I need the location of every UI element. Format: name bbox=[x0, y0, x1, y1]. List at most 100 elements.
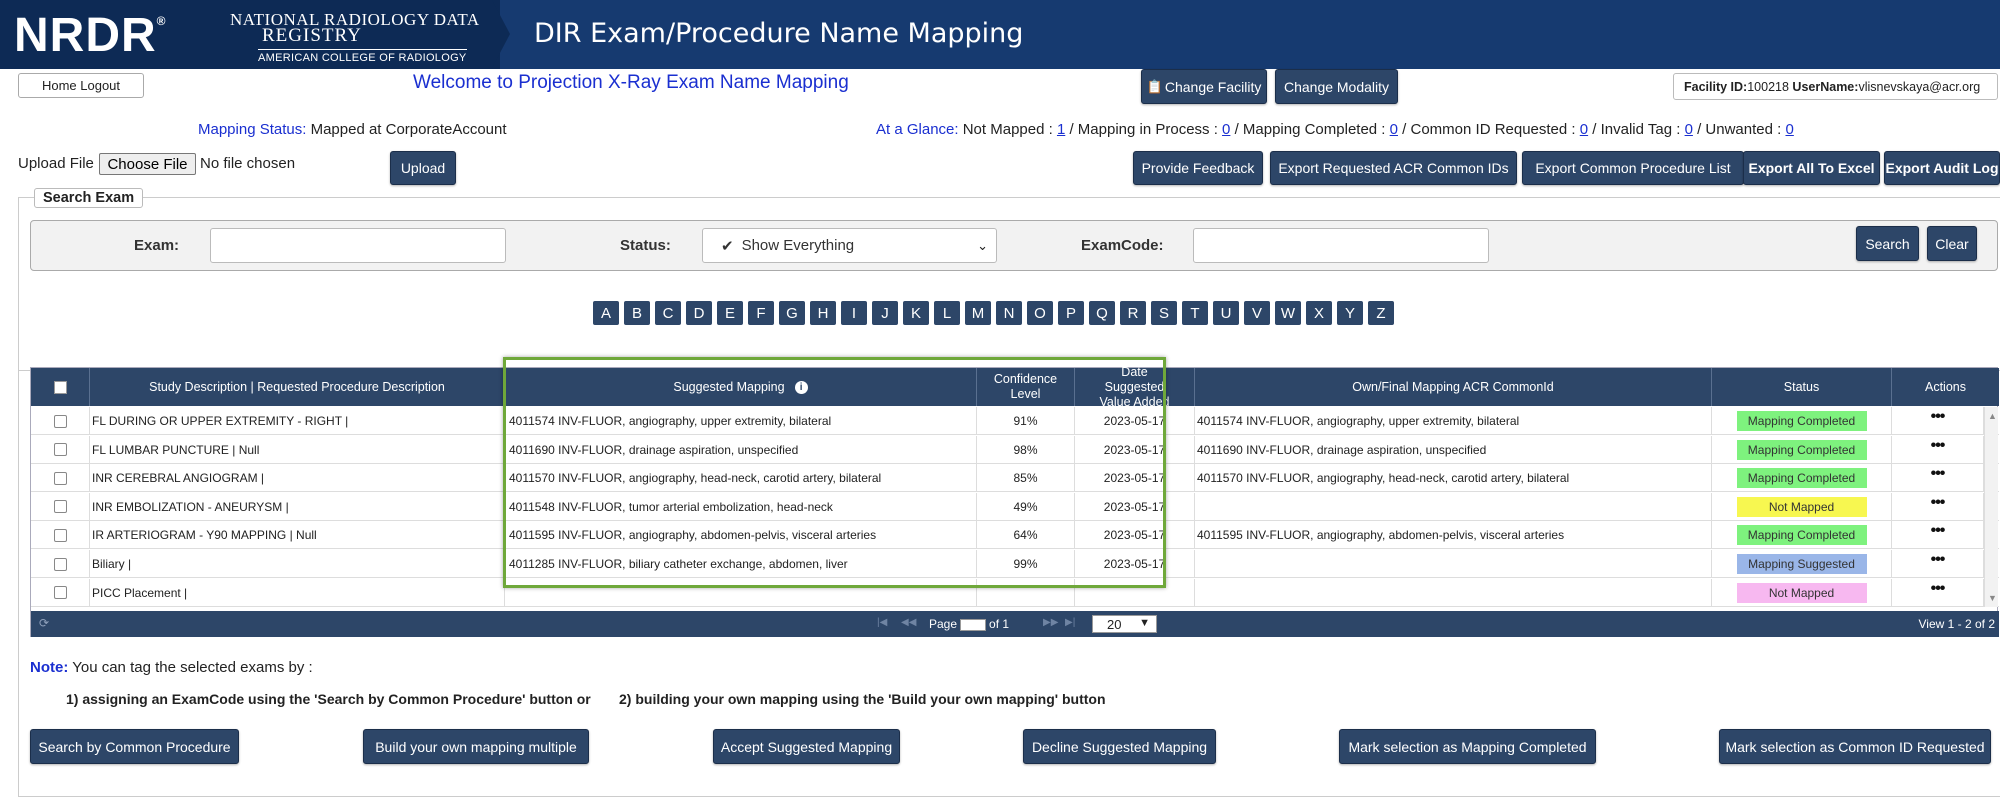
last-page-icon[interactable]: ▶| bbox=[1065, 617, 1075, 628]
decline-suggested-button[interactable]: Decline Suggested Mapping bbox=[1023, 729, 1216, 764]
alpha-filter-u[interactable]: U bbox=[1213, 301, 1239, 325]
row-checkbox[interactable] bbox=[53, 586, 67, 600]
more-actions-icon[interactable]: ••• bbox=[1931, 580, 1946, 598]
status-select[interactable]: ✔ Show Everything ⌄ bbox=[702, 228, 997, 263]
page-number-input[interactable] bbox=[960, 618, 987, 631]
nrdr-logo[interactable]: NRDR® bbox=[14, 8, 167, 63]
home-logout-links[interactable]: Home Logout bbox=[18, 73, 144, 98]
more-actions-icon[interactable]: ••• bbox=[1931, 408, 1946, 426]
more-actions-icon[interactable]: ••• bbox=[1931, 437, 1946, 455]
more-actions-icon[interactable]: ••• bbox=[1931, 551, 1946, 569]
mark-common-id-button[interactable]: Mark selection as Common ID Requested bbox=[1719, 729, 1991, 764]
row-checkbox[interactable] bbox=[53, 528, 67, 542]
more-actions-icon[interactable]: ••• bbox=[1931, 465, 1946, 483]
not-mapped-count-link[interactable]: 1 bbox=[1057, 121, 1065, 138]
accept-suggested-button[interactable]: Accept Suggested Mapping bbox=[713, 729, 900, 764]
row-checkbox[interactable] bbox=[53, 471, 67, 485]
alpha-filter-t[interactable]: T bbox=[1182, 301, 1208, 325]
table-row[interactable]: PICC Placement | Not Mapped ••• bbox=[31, 578, 1999, 607]
row-checkbox[interactable] bbox=[53, 414, 67, 428]
row-checkbox[interactable] bbox=[53, 557, 67, 571]
cell-confidence: 64% bbox=[977, 521, 1075, 550]
invalid-tag-count-link[interactable]: 0 bbox=[1685, 121, 1693, 138]
alpha-filter-o[interactable]: O bbox=[1027, 301, 1053, 325]
home-logout-label[interactable]: Home Logout bbox=[42, 78, 120, 93]
table-row[interactable]: FL DURING OR UPPER EXTREMITY - RIGHT | 40… bbox=[31, 407, 1999, 435]
alpha-filter-x[interactable]: X bbox=[1306, 301, 1332, 325]
common-id-count-link[interactable]: 0 bbox=[1580, 121, 1588, 138]
search-common-procedure-button[interactable]: Search by Common Procedure bbox=[30, 729, 239, 764]
header-own-final-mapping[interactable]: Own/Final Mapping ACR CommonId bbox=[1195, 368, 1712, 406]
row-checkbox[interactable] bbox=[53, 443, 67, 457]
alpha-filter-s[interactable]: S bbox=[1151, 301, 1177, 325]
alpha-filter-c[interactable]: C bbox=[655, 301, 681, 325]
upload-button[interactable]: Upload bbox=[390, 151, 456, 185]
alpha-filter-a[interactable]: A bbox=[593, 301, 619, 325]
status-cell: Mapping Completed bbox=[1712, 407, 1892, 435]
cell-confidence: 85% bbox=[977, 464, 1075, 493]
table-row[interactable]: FL LUMBAR PUNCTURE | Null 4011690 INV-FLU… bbox=[31, 435, 1999, 464]
alpha-filter-e[interactable]: E bbox=[717, 301, 743, 325]
scroll-up-icon[interactable]: ▲ bbox=[1988, 411, 1997, 421]
provide-feedback-button[interactable]: Provide Feedback bbox=[1133, 151, 1263, 185]
table-row[interactable]: IR ARTERIOGRAM - Y90 MAPPING | Null 40115… bbox=[31, 521, 1999, 550]
export-audit-log-button[interactable]: Export Audit Log bbox=[1884, 151, 2000, 185]
alpha-filter-b[interactable]: B bbox=[624, 301, 650, 325]
table-row[interactable]: INR CEREBRAL ANGIOGRAM | 4011570 INV-FLUO… bbox=[31, 464, 1999, 493]
alpha-filter-g[interactable]: G bbox=[779, 301, 805, 325]
table-row[interactable]: Biliary | 4011285 INV-FLUOR, biliary cath… bbox=[31, 550, 1999, 578]
refresh-icon[interactable]: ⟳ bbox=[39, 616, 49, 630]
select-all-checkbox[interactable] bbox=[53, 380, 67, 394]
header-date-suggested[interactable]: Date Suggested Value Added bbox=[1075, 365, 1195, 409]
header-confidence-level[interactable]: Confidence Level bbox=[977, 368, 1075, 406]
prev-page-icon[interactable]: ◀◀ bbox=[901, 617, 916, 628]
mark-completed-button[interactable]: Mark selection as Mapping Completed bbox=[1339, 729, 1596, 764]
alpha-filter-y[interactable]: Y bbox=[1337, 301, 1363, 325]
more-actions-icon[interactable]: ••• bbox=[1931, 522, 1946, 540]
alpha-filter-i[interactable]: I bbox=[841, 301, 867, 325]
alpha-filter-p[interactable]: P bbox=[1058, 301, 1084, 325]
build-own-mapping-button[interactable]: Build your own mapping multiple bbox=[363, 729, 589, 764]
alpha-filter-k[interactable]: K bbox=[903, 301, 929, 325]
info-icon[interactable]: i bbox=[794, 380, 808, 394]
row-checkbox[interactable] bbox=[53, 500, 67, 514]
status-badge: Mapping Completed bbox=[1736, 411, 1867, 431]
header-suggested-mapping[interactable]: Suggested Mapping i bbox=[505, 368, 977, 406]
more-actions-icon[interactable]: ••• bbox=[1931, 494, 1946, 512]
examcode-input[interactable] bbox=[1193, 228, 1489, 263]
exam-input[interactable] bbox=[210, 228, 506, 263]
header-status[interactable]: Status bbox=[1712, 368, 1892, 406]
scroll-down-icon[interactable]: ▼ bbox=[1988, 593, 1997, 603]
export-all-excel-button[interactable]: Export All To Excel bbox=[1743, 151, 1880, 185]
alpha-filter-v[interactable]: V bbox=[1244, 301, 1270, 325]
alpha-filter-m[interactable]: M bbox=[965, 301, 991, 325]
alpha-filter-d[interactable]: D bbox=[686, 301, 712, 325]
grid-scrollbar[interactable]: ▲ ▼ bbox=[1984, 407, 1998, 607]
export-common-procedure-button[interactable]: Export Common Procedure List bbox=[1522, 151, 1744, 185]
page-size-select[interactable]: 20 ▼ bbox=[1092, 615, 1157, 633]
row-select-cell bbox=[31, 435, 90, 464]
alpha-filter-n[interactable]: N bbox=[996, 301, 1022, 325]
unwanted-count-link[interactable]: 0 bbox=[1785, 121, 1793, 138]
clear-button[interactable]: Clear bbox=[1927, 226, 1977, 261]
alpha-filter-l[interactable]: L bbox=[934, 301, 960, 325]
cell-final: 4011574 INV-FLUOR, angiography, upper ex… bbox=[1195, 407, 1712, 435]
alpha-filter-j[interactable]: J bbox=[872, 301, 898, 325]
alpha-filter-r[interactable]: R bbox=[1120, 301, 1146, 325]
search-button[interactable]: Search bbox=[1856, 226, 1919, 261]
change-modality-button[interactable]: Change Modality bbox=[1275, 69, 1398, 104]
alpha-filter-w[interactable]: W bbox=[1275, 301, 1301, 325]
choose-file-button[interactable]: Choose File bbox=[99, 153, 196, 175]
in-process-count-link[interactable]: 0 bbox=[1222, 121, 1230, 138]
first-page-icon[interactable]: |◀ bbox=[877, 617, 887, 628]
alpha-filter-h[interactable]: H bbox=[810, 301, 836, 325]
alpha-filter-q[interactable]: Q bbox=[1089, 301, 1115, 325]
export-requested-ids-button[interactable]: Export Requested ACR Common IDs bbox=[1270, 151, 1517, 185]
alpha-filter-z[interactable]: Z bbox=[1368, 301, 1394, 325]
next-page-icon[interactable]: ▶▶ bbox=[1043, 617, 1058, 628]
alpha-filter-f[interactable]: F bbox=[748, 301, 774, 325]
change-facility-button[interactable]: 📋 Change Facility bbox=[1141, 69, 1267, 104]
completed-count-link[interactable]: 0 bbox=[1390, 121, 1398, 138]
table-row[interactable]: INR EMBOLIZATION - ANEURYSM | 4011548 INV… bbox=[31, 492, 1999, 521]
header-study-description[interactable]: Study Description | Requested Procedure … bbox=[90, 368, 505, 406]
